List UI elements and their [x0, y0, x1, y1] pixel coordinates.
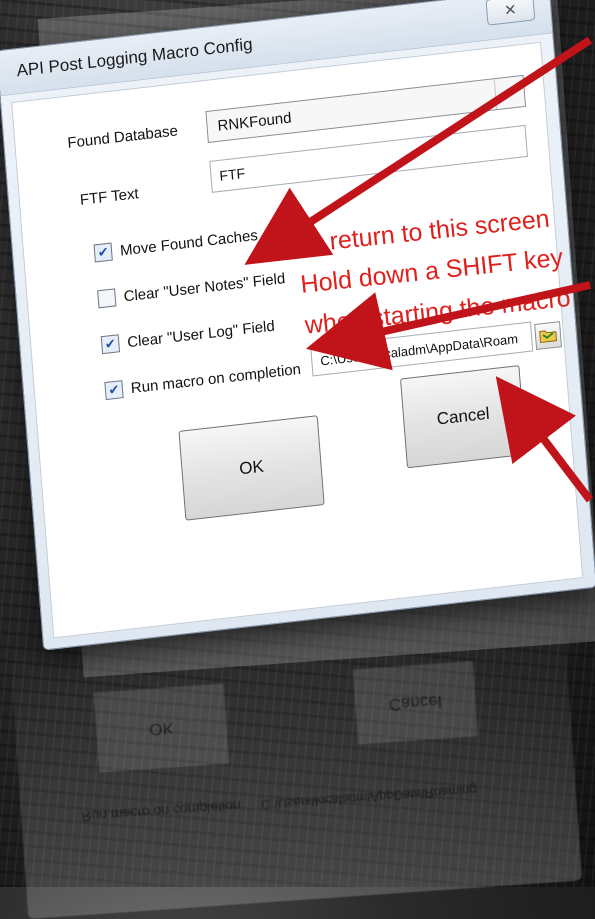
dialog-reflection: OK Cancel C:\Users\localadm\AppData\Roam… [8, 600, 583, 919]
reflection-path: C:\Users\localadm\AppData\Roaming [260, 782, 478, 813]
reflection-ok: OK [92, 682, 231, 774]
stage: API Post Logging Macro Config ✕ Found Da… [0, 0, 595, 919]
reflection-cancel: Cancel [351, 660, 479, 746]
arrow-to-user-log [305, 281, 591, 371]
arrow-to-move-found [244, 36, 593, 265]
arrow-to-path [495, 376, 594, 503]
reflection-run-macro: Run macro on completion [80, 797, 242, 826]
